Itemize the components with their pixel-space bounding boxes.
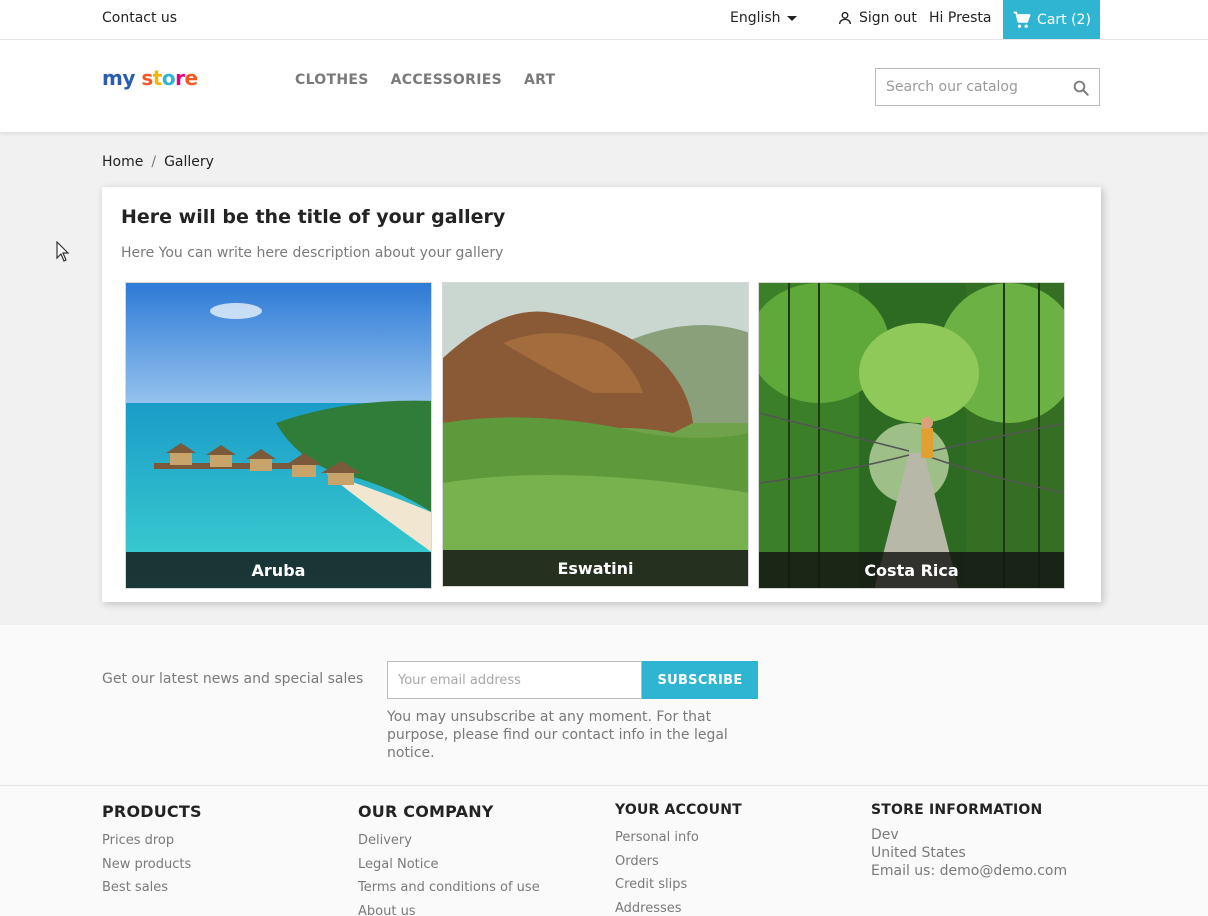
cart-button[interactable]: Cart (2) <box>1003 0 1100 39</box>
newsletter-section: Get our latest news and special sales SU… <box>0 625 1208 785</box>
gallery-caption-eswatini: Eswatini <box>443 550 748 586</box>
nav-accessories[interactable]: ACCESSORIES <box>391 72 502 88</box>
footer-link-legal-notice[interactable]: Legal Notice <box>358 853 540 877</box>
nav-clothes[interactable]: CLOTHES <box>295 72 369 88</box>
footer-products-title: PRODUCTS <box>102 802 202 821</box>
shopping-cart-icon <box>1013 11 1031 28</box>
footer-link-new-products[interactable]: New products <box>102 853 202 877</box>
subscribe-button[interactable]: SUBSCRIBE <box>642 661 758 699</box>
caret-down-icon <box>786 16 797 21</box>
sign-out-link[interactable]: Sign out <box>837 10 917 26</box>
mouse-cursor-icon <box>56 241 70 262</box>
gallery-item-aruba[interactable]: Aruba <box>125 282 432 589</box>
footer-store-title: STORE INFORMATION <box>871 802 1043 818</box>
gallery-caption-costa-rica: Costa Rica <box>759 552 1064 588</box>
store-name: Dev <box>871 827 899 843</box>
footer-account: YOUR ACCOUNT Personal info Orders Credit… <box>615 802 742 916</box>
footer-link-addresses[interactable]: Addresses <box>615 897 742 916</box>
newsletter-email-input[interactable] <box>387 661 642 699</box>
site-footer: PRODUCTS Prices drop New products Best s… <box>0 785 1208 916</box>
gallery-item-costa-rica[interactable]: Costa Rica <box>758 282 1065 589</box>
cart-label: Cart (2) <box>1037 11 1091 28</box>
footer-store-info: STORE INFORMATION Dev United States Emai… <box>871 802 1067 880</box>
store-email[interactable]: Email us: demo@demo.com <box>871 862 1067 880</box>
store-country: United States <box>871 845 966 861</box>
search-box <box>875 68 1100 106</box>
footer-link-personal-info[interactable]: Personal info <box>615 826 742 850</box>
footer-account-title: YOUR ACCOUNT <box>615 802 742 818</box>
breadcrumb-home[interactable]: Home <box>102 154 143 170</box>
footer-link-about-us[interactable]: About us <box>358 900 540 916</box>
search-icon[interactable] <box>1072 79 1090 97</box>
logo-word-my: my <box>102 66 135 90</box>
breadcrumb-current: Gallery <box>164 154 214 170</box>
footer-company-title: OUR COMPANY <box>358 802 494 821</box>
language-label: English <box>730 10 781 26</box>
footer-link-delivery[interactable]: Delivery <box>358 829 540 853</box>
breadcrumb-separator: / <box>151 154 157 170</box>
gallery-caption-aruba: Aruba <box>126 552 431 588</box>
costa-rica-photo <box>759 283 1064 588</box>
newsletter-note: You may unsubscribe at any moment. For t… <box>387 709 728 761</box>
footer-link-prices-drop[interactable]: Prices drop <box>102 829 202 853</box>
aruba-photo <box>126 283 431 588</box>
language-selector[interactable]: English <box>730 10 797 26</box>
top-bar: Contact us English Sign out Hi Presta Ca… <box>0 0 1208 40</box>
footer-link-terms[interactable]: Terms and conditions of use <box>358 876 540 900</box>
nav-art[interactable]: ART <box>524 72 555 88</box>
breadcrumb: Home / Gallery <box>102 154 214 170</box>
footer-link-credit-slips[interactable]: Credit slips <box>615 873 742 897</box>
store-logo[interactable]: my store <box>102 66 198 90</box>
gallery-card: Here will be the title of your gallery H… <box>102 187 1101 602</box>
footer-link-orders[interactable]: Orders <box>615 850 742 874</box>
contact-us-link[interactable]: Contact us <box>102 10 177 26</box>
footer-link-best-sales[interactable]: Best sales <box>102 876 202 900</box>
gallery-item-eswatini[interactable]: Eswatini <box>442 282 749 587</box>
sign-out-label: Sign out <box>859 10 917 26</box>
footer-products: PRODUCTS Prices drop New products Best s… <box>102 802 202 900</box>
footer-company: OUR COMPANY Delivery Legal Notice Terms … <box>358 802 540 916</box>
gallery-title: Here will be the title of your gallery <box>121 206 506 228</box>
account-greeting[interactable]: Hi Presta <box>929 10 992 26</box>
site-header: my store CLOTHES ACCESSORIES ART <box>0 40 1208 132</box>
newsletter-lead: Get our latest news and special sales <box>102 671 364 687</box>
search-input[interactable] <box>876 79 1066 95</box>
user-icon <box>839 11 851 25</box>
eswatini-photo <box>443 283 748 586</box>
logo-word-store: store <box>141 66 198 90</box>
gallery-description: Here You can write here description abou… <box>121 245 504 261</box>
main-navigation: CLOTHES ACCESSORIES ART <box>295 72 555 88</box>
